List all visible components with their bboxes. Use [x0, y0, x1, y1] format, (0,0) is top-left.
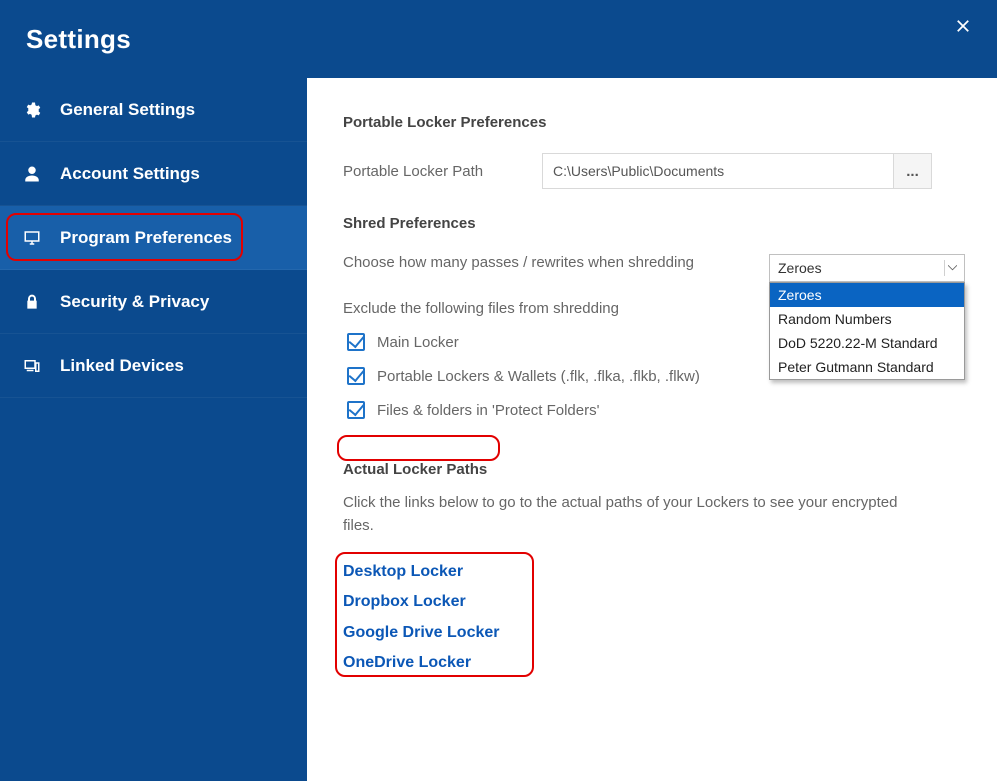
- sidebar: General Settings Account Settings Progra…: [0, 78, 307, 781]
- shred-section-title: Shred Preferences: [343, 215, 965, 232]
- sidebar-item-account[interactable]: Account Settings: [0, 142, 307, 206]
- sidebar-item-label: General Settings: [60, 100, 195, 120]
- portable-path-label: Portable Locker Path: [343, 163, 518, 180]
- browse-button[interactable]: ...: [894, 153, 932, 189]
- sidebar-item-label: Account Settings: [60, 164, 200, 184]
- locker-link-dropbox[interactable]: Dropbox Locker: [343, 587, 500, 617]
- sidebar-item-label: Security & Privacy: [60, 292, 209, 312]
- titlebar: Settings: [0, 0, 997, 78]
- dropdown-option[interactable]: DoD 5220.22-M Standard: [770, 331, 964, 355]
- select-value: Zeroes: [778, 260, 822, 276]
- lock-icon: [22, 292, 42, 312]
- locker-link-googledrive[interactable]: Google Drive Locker: [343, 618, 500, 648]
- shred-passes-label: Choose how many passes / rewrites when s…: [343, 254, 694, 271]
- checkbox-main-locker[interactable]: [347, 333, 365, 351]
- shred-method-select[interactable]: Zeroes: [769, 254, 965, 282]
- actual-paths-title: Actual Locker Paths: [343, 461, 487, 478]
- actual-paths-desc: Click the links below to go to the actua…: [343, 492, 903, 537]
- chevron-down-icon: [944, 260, 960, 276]
- checkbox-label: Portable Lockers & Wallets (.flk, .flka,…: [377, 368, 700, 385]
- sidebar-item-devices[interactable]: Linked Devices: [0, 334, 307, 398]
- checkbox-portable-lockers[interactable]: [347, 367, 365, 385]
- sidebar-item-label: Linked Devices: [60, 356, 184, 376]
- checkbox-protect-folders[interactable]: [347, 401, 365, 419]
- checkbox-label: Files & folders in 'Protect Folders': [377, 402, 599, 419]
- main-panel: Portable Locker Preferences Portable Loc…: [307, 78, 997, 781]
- close-button[interactable]: [949, 12, 977, 40]
- sidebar-item-program[interactable]: Program Preferences: [0, 206, 307, 270]
- locker-link-desktop[interactable]: Desktop Locker: [343, 557, 500, 587]
- shred-method-dropdown: Zeroes Random Numbers DoD 5220.22-M Stan…: [769, 282, 965, 380]
- portable-path-input[interactable]: [542, 153, 894, 189]
- devices-icon: [22, 356, 42, 376]
- window-title: Settings: [26, 24, 131, 55]
- monitor-icon: [22, 228, 42, 248]
- sidebar-item-security[interactable]: Security & Privacy: [0, 270, 307, 334]
- dropdown-option[interactable]: Random Numbers: [770, 307, 964, 331]
- sidebar-item-label: Program Preferences: [60, 228, 232, 248]
- portable-section-title: Portable Locker Preferences: [343, 114, 965, 131]
- user-icon: [22, 164, 42, 184]
- locker-link-onedrive[interactable]: OneDrive Locker: [343, 648, 500, 678]
- gear-icon: [22, 100, 42, 120]
- checkbox-label: Main Locker: [377, 334, 459, 351]
- annotation-highlight: [337, 435, 500, 461]
- sidebar-item-general[interactable]: General Settings: [0, 78, 307, 142]
- locker-links: Desktop Locker Dropbox Locker Google Dri…: [343, 557, 500, 679]
- dropdown-option[interactable]: Zeroes: [770, 283, 964, 307]
- dropdown-option[interactable]: Peter Gutmann Standard: [770, 355, 964, 379]
